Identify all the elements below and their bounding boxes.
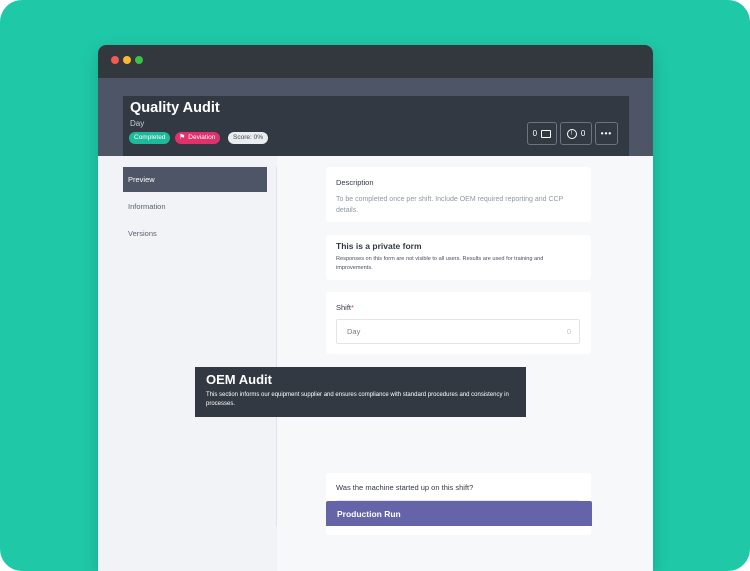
issues-button[interactable]: ! 0 <box>560 122 592 145</box>
comments-count: 0 <box>532 129 538 138</box>
required-mark: * <box>351 303 354 312</box>
close-window-dot[interactable] <box>111 56 119 64</box>
oem-audit-title: OEM Audit <box>206 372 272 387</box>
description-text: To be completed once per shift. Include … <box>336 196 564 214</box>
page-title: Quality Audit <box>130 100 220 116</box>
issues-count: 0 <box>580 129 586 138</box>
sidebar-item-versions[interactable]: Versions <box>123 221 267 246</box>
flag-icon: ⚑ <box>179 134 186 141</box>
issue-icon: ! <box>566 128 577 139</box>
deviation-label: Deviation <box>188 134 216 141</box>
comments-button[interactable]: 0 <box>527 122 557 145</box>
status-badge-deviation: ⚑ Deviation <box>175 132 221 144</box>
shift-label: Shift* <box>336 303 354 312</box>
sidebar-item-information[interactable]: Information <box>123 194 267 219</box>
sidebar: Preview Information Versions <box>123 167 267 248</box>
private-form-card: This is a private form Responses on this… <box>326 235 591 280</box>
description-title: Description <box>336 178 374 187</box>
window-titlebar <box>98 45 653 78</box>
shift-value: Day <box>347 327 361 336</box>
minimize-window-dot[interactable] <box>123 56 131 64</box>
more-options-button[interactable]: ••• <box>595 122 618 145</box>
more-icon: ••• <box>600 129 613 138</box>
app-window: Quality Audit Day Completed ⚑ Deviation S… <box>98 45 653 571</box>
comment-icon <box>541 129 552 138</box>
description-card: Description To be completed once per shi… <box>326 167 591 222</box>
page-subtitle: Day <box>130 119 145 128</box>
private-form-title: This is a private form <box>336 241 422 251</box>
sidebar-item-preview[interactable]: Preview <box>123 167 267 192</box>
production-run-section[interactable]: Production Run <box>326 501 592 526</box>
machine-question-label: Was the machine started up on this shift… <box>336 483 474 492</box>
private-form-text: Responses on this form are not visible t… <box>336 256 544 271</box>
production-run-title: Production Run <box>337 509 401 519</box>
maximize-window-dot[interactable] <box>135 56 143 64</box>
shift-field[interactable]: Day 0 <box>336 319 580 344</box>
shift-count: 0 <box>566 327 571 336</box>
oem-audit-text: This section informs our equipment suppl… <box>206 392 509 407</box>
score-badge: Score: 0% <box>228 132 268 144</box>
form-header: Quality Audit Day Completed ⚑ Deviation S… <box>123 96 629 156</box>
shift-label-text: Shift <box>336 303 352 312</box>
oem-audit-section: OEM Audit This section informs our equip… <box>195 367 526 417</box>
status-badge-completed: Completed <box>129 132 171 144</box>
shift-card: Shift* Day 0 <box>326 292 591 354</box>
